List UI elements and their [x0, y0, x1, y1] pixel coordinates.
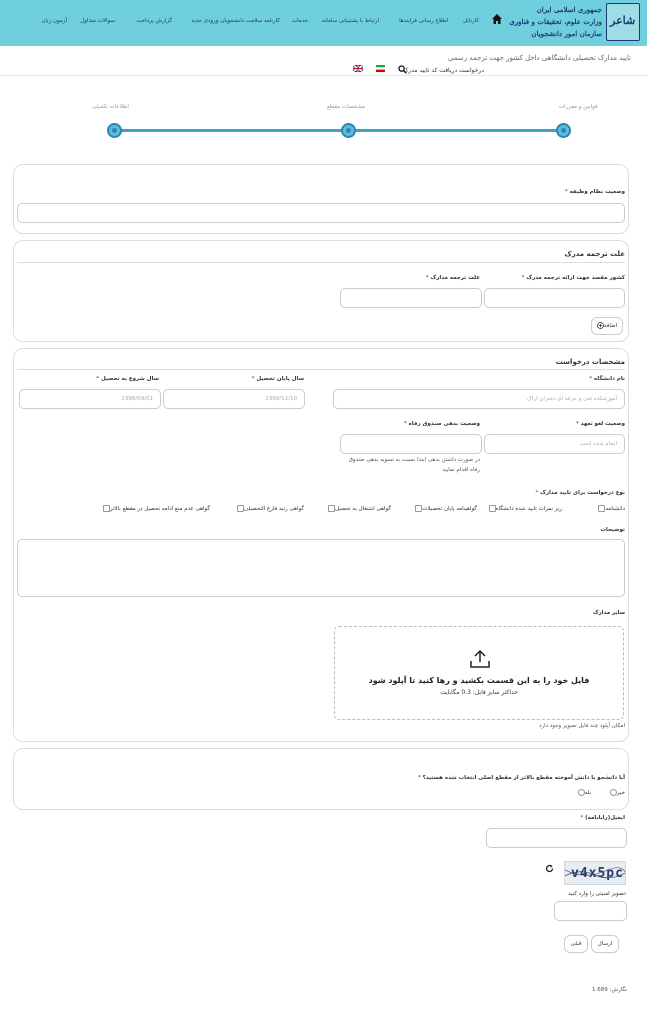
welfare-note-line-1: در صورت داشتن بدهی ابتدا نسبت به تسویه ب…: [348, 457, 480, 463]
organization-logo: شاعر: [606, 3, 640, 41]
university-label: * نام دانشگاه: [589, 376, 625, 382]
translation-reason-title: علت ترجمه مدرک: [564, 250, 625, 258]
destination-country-select[interactable]: [484, 288, 625, 308]
add-button[interactable]: اضافه: [591, 317, 623, 335]
start-year-field: 1398/09/01: [19, 389, 161, 409]
step-dot-3[interactable]: [107, 123, 122, 138]
email-label: * ایمیل(رایانامه): [580, 815, 625, 821]
nav-faq[interactable]: سوالات متداول: [80, 18, 115, 24]
welfare-debt-label: * وضعیت بدهی صندوق رفاه: [403, 421, 480, 427]
radio-button[interactable]: [609, 789, 617, 796]
search-icon[interactable]: [398, 65, 407, 74]
dropzone-text: فایل خود را به این قسمت بکشید و رها کنید…: [368, 676, 590, 685]
logo-line-2: وزارت علوم، تحقیقات و فناوری: [509, 17, 602, 26]
reason-select[interactable]: [340, 288, 482, 308]
end-year-field: 1399/12/10: [163, 389, 305, 409]
radio-yes[interactable]: بله: [575, 789, 591, 796]
nav-health-report[interactable]: کارنامه سلامت دانشجویان ورودی جدید: [191, 18, 280, 24]
military-service-label: * وضعیت نظام وظیفه: [564, 189, 625, 195]
captcha-image: v4x5pc: [564, 861, 626, 885]
previous-button[interactable]: قبلی: [564, 935, 588, 953]
university-field: آموزشکده فنی و حرفه ای دختران اراک: [333, 389, 625, 409]
captcha-input[interactable]: [554, 901, 627, 921]
reason-label: * علت ترجمه مدارک: [425, 275, 480, 281]
refresh-icon[interactable]: [545, 864, 554, 873]
checkbox[interactable]: [488, 505, 496, 512]
logo-line-1: جمهوری اسلامی ایران: [536, 5, 602, 14]
description-textarea[interactable]: [17, 539, 625, 597]
page-title: تایید مدارک تحصیلی دانشگاهی داخل کشور جه…: [448, 54, 631, 62]
page-subtitle: درخواست دریافت کد تایید مدرک: [402, 67, 484, 74]
email-input[interactable]: [486, 828, 627, 848]
step-label-extra: اطلاعات تکمیلی: [92, 104, 129, 110]
logo-line-3: سازمان امور دانشجویان: [531, 29, 602, 38]
request-details-title: مشخصات درخواست: [555, 358, 625, 366]
multi-upload-note: امکان آپلود چند فایل تصویر وجود دارد: [539, 723, 625, 729]
doc-type-transcript[interactable]: ریز نمرات تایید شده دانشگاه: [486, 505, 562, 512]
nav-language-exam[interactable]: آزمون زبان: [41, 18, 67, 24]
send-button[interactable]: ارسال: [591, 935, 619, 953]
higher-degree-question: * آیا دانشجو یا دانش آموخته مقطع بالاتر …: [417, 775, 625, 781]
start-year-label: * سال شروع به تحصیل: [96, 376, 159, 382]
radio-button[interactable]: [577, 789, 585, 796]
divider: [17, 369, 625, 370]
divider: [17, 262, 625, 263]
step-dot-1[interactable]: [556, 123, 571, 138]
doc-type-graduation-cert[interactable]: گواهینامه پایان تحصیلات: [412, 505, 477, 512]
step-label-rules: قوانین و مقررات: [559, 104, 598, 110]
iran-flag-icon[interactable]: [376, 65, 385, 72]
plus-circle-icon: [596, 322, 604, 329]
checkbox[interactable]: [236, 505, 244, 512]
home-icon[interactable]: [491, 13, 503, 25]
step-dot-2[interactable]: [341, 123, 356, 138]
doc-type-no-objection[interactable]: گواهی عدم منع ادامه تحصیل در مقطع بالاتر: [100, 505, 210, 512]
version-text: نگارش: 1.689: [592, 987, 627, 993]
commitment-status-label: * وضعیت لغو تعهد: [575, 421, 625, 427]
nav-payment-report[interactable]: گزارش پرداخت: [136, 18, 172, 24]
doc-type-label: * نوع درخواست برای تایید مدارک: [535, 490, 625, 496]
welfare-note-line-2: رفاه اقدام نمایید: [442, 467, 480, 473]
radio-no[interactable]: خیر: [607, 789, 625, 796]
progress-line: [114, 129, 564, 132]
max-size-text: حداکثر سایز فایل: 0.3 مگابایت: [440, 689, 518, 696]
description-label: توضیحات: [600, 527, 625, 533]
step-label-grade: مشخصات مقطع: [327, 104, 365, 110]
nav-support[interactable]: ارتباط با پشتیبانی سامانه: [322, 18, 379, 24]
nav-services[interactable]: خدمات: [292, 18, 308, 24]
military-service-panel: [13, 164, 629, 234]
welfare-debt-select[interactable]: [340, 434, 482, 454]
top-header: شاعر جمهوری اسلامی ایران وزارت علوم، تحق…: [0, 0, 647, 46]
checkbox[interactable]: [328, 505, 335, 512]
doc-type-enrollment-cert[interactable]: گواهی اشتغال به تحصیل: [325, 505, 391, 512]
captcha-label: تصویر امنیتی را وارد کنید:: [568, 891, 627, 897]
checkbox[interactable]: [102, 505, 110, 512]
other-docs-label: سایر مدارک: [592, 610, 625, 616]
destination-country-label: * کشور مقصد جهت ارائه ترجمه مدرک: [521, 275, 625, 281]
commitment-status-field: انجام شده است: [484, 434, 625, 454]
doc-type-diploma[interactable]: دانشنامه: [595, 505, 625, 512]
nav-process-info[interactable]: اطلاع رسانی فرایندها: [399, 18, 448, 24]
title-bar: تایید مدارک تحصیلی دانشگاهی داخل کشور جه…: [0, 46, 647, 76]
upload-icon: [470, 649, 490, 668]
end-year-label: * سال پایان تحصیل: [251, 376, 304, 382]
military-service-select[interactable]: [17, 203, 625, 223]
uk-flag-icon[interactable]: [353, 65, 363, 72]
doc-type-rank-cert[interactable]: گواهی رتبه فارغ التحصیلی: [234, 505, 304, 512]
nav-dashboard[interactable]: کارتابل: [463, 18, 479, 24]
file-dropzone[interactable]: فایل خود را به این قسمت بکشید و رها کنید…: [334, 626, 624, 720]
